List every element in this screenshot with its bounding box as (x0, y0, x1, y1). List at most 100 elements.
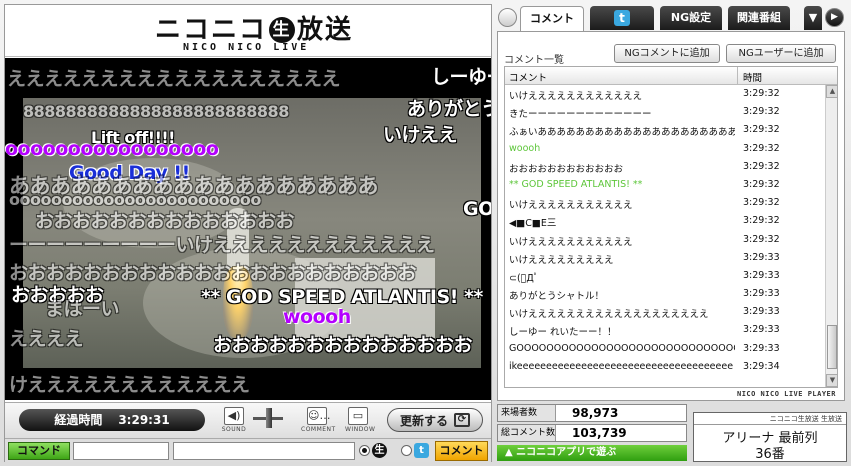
overlay-comment: ありがとう (407, 98, 491, 120)
elapsed-time-display: 経過時間 3:29:31 (19, 409, 205, 431)
comment-row[interactable]: ** GOD SPEED ATLANTIS! ** 3:29:32 (505, 176, 825, 194)
total-comments-stat: 総コメント数 103,739 (497, 424, 687, 442)
comment-row[interactable]: いけえええええええええええ 3:29:32 (505, 231, 825, 249)
overlay-comment: ** GOD SPEED ATLANTIS! ** (201, 286, 483, 308)
volume-slider[interactable] (253, 407, 283, 429)
scroll-down-icon[interactable]: ▼ (826, 374, 837, 387)
comment-time: 3:29:32 (743, 197, 780, 209)
comment-row[interactable]: ふぁいあああああああああああああああああああああ 3:29:32 (505, 121, 825, 139)
command-button[interactable]: コマンド (8, 442, 70, 460)
scrollbar-thumb[interactable] (827, 325, 837, 369)
comment-time: 3:29:32 (743, 215, 780, 227)
window-icon: ▭ (348, 407, 368, 425)
column-header-comment[interactable]: コメント (509, 70, 547, 84)
visitors-stat: 来場者数 98,973 (497, 404, 687, 422)
command-input[interactable] (73, 442, 169, 460)
comment-text: woooh (509, 142, 541, 154)
overlay-comment: おおおおおおおおおおおおおお (213, 334, 473, 356)
comment-list-panel: コメント一覧 NGコメントに追加 NGユーザーに追加 コメント 時間 いけえええ… (497, 31, 845, 401)
comment-row[interactable]: ⊂(ﾟДﾟ 3:29:33 (505, 267, 825, 285)
window-toggle[interactable]: ▭ WINDOW (345, 407, 375, 433)
comment-text: いけええええええええええええ (509, 91, 643, 102)
player-footer-label: NICO NICO LIVE PLAYER (736, 390, 836, 398)
speaker-icon: ◀) (224, 407, 244, 425)
comment-row[interactable]: いけえええええええええええ 3:29:32 (505, 194, 825, 212)
overlay-comment: しーゆー (431, 66, 491, 88)
panel-toggle-button[interactable] (498, 8, 517, 27)
comment-row[interactable]: woooh 3:29:32 (505, 140, 825, 158)
niconico-app-button[interactable]: ▲ ニコニコアプリで遊ぶ (497, 445, 687, 461)
comment-toggle[interactable]: ☺… COMMENT (301, 407, 335, 433)
overlay-comment: 8888888888888888888888888 (23, 102, 289, 121)
column-header-time[interactable]: 時間 (743, 70, 762, 84)
logo-text-left: ニコニコ (155, 15, 268, 45)
seat-number: 36番 (755, 447, 785, 462)
elapsed-time-label: 経過時間 (54, 413, 103, 427)
refresh-label: 更新する (399, 413, 448, 428)
volume-knob[interactable] (266, 408, 272, 428)
nama-logo-icon: 生 (269, 17, 296, 43)
overlay-comment: ooooooooooooooooo (5, 138, 219, 160)
video-screen[interactable]: ええええええええええええええええええ しーゆー 8888888888888888… (5, 58, 491, 400)
tabs-next-button[interactable]: ▶ (825, 8, 844, 27)
broadcast-stats: 来場者数 98,973 総コメント数 103,739 ▲ ニコニコアプリで遊ぶ (497, 404, 687, 462)
side-panel: コメント t NG設定 関連番組 ▼ ▶ コメント一覧 NGコメントに追加 NG… (494, 4, 847, 402)
comment-time: 3:29:33 (743, 306, 780, 318)
total-comments-value: 103,739 (572, 426, 627, 440)
overlay-comment: ーーーーーーーーーいけええええええええええええ (9, 234, 435, 256)
comment-row[interactable]: ◀■C■E三 3:29:32 (505, 212, 825, 230)
tab-ng-settings[interactable]: NG設定 (660, 6, 722, 30)
comment-text: ikeeeeeeeeeeeeeeeeeeeeeeeeeeeeeeeeeeeee (509, 360, 734, 372)
comment-row[interactable]: いけえええええええええええええええええええ 3:29:33 (505, 303, 825, 321)
comment-scrollbar[interactable]: ▲ ▼ (825, 85, 837, 387)
overlay-comment: ええええええええええええええええええ (7, 68, 341, 90)
comment-text: おおおおおおおおおおおお (509, 163, 624, 175)
comment-row[interactable]: いけええええええええええええ 3:29:32 (505, 85, 825, 103)
add-ng-user-button[interactable]: NGユーザーに追加 (726, 44, 836, 63)
overlay-comment: けええええええええええええ (9, 374, 250, 396)
tab-comment[interactable]: コメント (520, 6, 584, 32)
comment-row[interactable]: しーゆー れいたーー！！ 3:29:33 (505, 321, 825, 339)
tab-related-programs[interactable]: 関連番組 (728, 6, 790, 30)
comment-input[interactable] (173, 442, 355, 460)
comment-text: ** GOD SPEED ATLANTIS! ** (509, 178, 643, 190)
comment-text: いけえええええええええええ (509, 236, 633, 248)
column-divider[interactable] (737, 67, 738, 85)
tabs-menu-button[interactable]: ▼ (804, 6, 822, 30)
comment-row[interactable]: おおおおおおおおおおおお 3:29:32 (505, 158, 825, 176)
comment-row[interactable]: GOOOOOOOOOOOOOOOOOOOOOOOOOOOOOOOOO 3:29:3… (505, 340, 825, 358)
overlay-comment: ええええ (9, 328, 84, 350)
comment-row[interactable]: きたーーーーーーーーーーーーー 3:29:32 (505, 103, 825, 121)
comment-submit-button[interactable]: コメント (435, 441, 488, 461)
comment-text: いけえええええええええ (509, 254, 614, 266)
comment-text: GOOOOOOOOOOOOOOOOOOOOOOOOOOOOOOOOO (509, 342, 735, 354)
scroll-up-icon[interactable]: ▲ (826, 85, 837, 98)
comment-label: COMMENT (301, 426, 336, 433)
comment-icon: ☺… (307, 407, 330, 425)
comment-row[interactable]: いけえええええええええ 3:29:33 (505, 249, 825, 267)
comment-row[interactable]: ありがとうシャトル！ 3:29:33 (505, 285, 825, 303)
comment-time: 3:29:33 (743, 342, 780, 354)
tab-twitter[interactable]: t (590, 6, 654, 30)
seat-ticket: ニコニコ生放送 生放送 アリーナ 最前列 36番 (693, 412, 847, 462)
refresh-icon: ⟳ (454, 413, 470, 427)
comment-time: 3:29:32 (743, 124, 780, 136)
comment-text: ありがとうシャトル！ (509, 291, 605, 303)
overlay-comment: いけええ (383, 124, 458, 146)
comment-row[interactable]: ikeeeeeeeeeeeeeeeeeeeeeeeeeeeeeeeeeeeee 3… (505, 358, 825, 376)
total-comments-label: 総コメント数 (498, 425, 556, 441)
post-to-nama-radio[interactable] (359, 445, 370, 456)
player-panel: ニコニコ生放送 NICO NICO LIVE えええええええええええええええええ… (4, 4, 492, 462)
post-to-twitter-radio[interactable] (401, 445, 412, 456)
play-arrow-icon: ▶ (831, 12, 838, 22)
comment-time: 3:29:32 (743, 160, 780, 172)
refresh-button[interactable]: 更新する ⟳ (387, 408, 483, 432)
comment-input-bar: コマンド 生 t コメント (5, 438, 491, 462)
sound-label: SOUND (221, 426, 247, 433)
overlay-comment: GO (463, 198, 491, 220)
add-ng-comment-button[interactable]: NGコメントに追加 (614, 44, 720, 63)
twitter-tab-icon: t (614, 10, 630, 26)
sound-toggle[interactable]: ◀) SOUND (221, 407, 247, 433)
logo-area: ニコニコ生放送 NICO NICO LIVE (5, 5, 491, 57)
comment-table-header: コメント 時間 (505, 67, 837, 85)
